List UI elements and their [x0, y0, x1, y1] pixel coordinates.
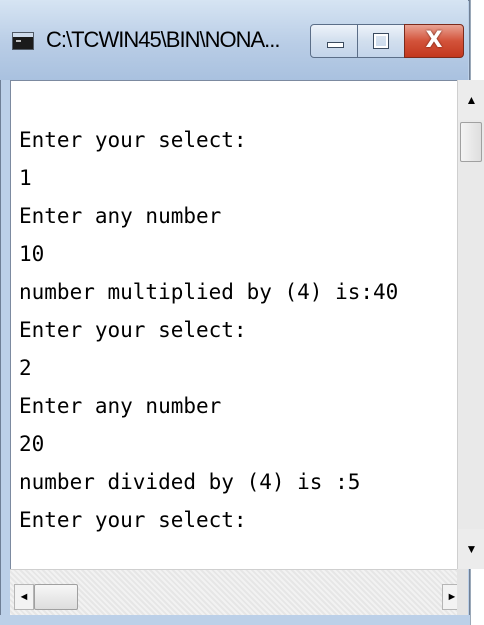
close-icon: X: [425, 28, 443, 53]
console-line: Enter your select:: [19, 508, 247, 532]
console-line: 10: [19, 242, 45, 266]
console-line: 1: [19, 166, 32, 190]
scroll-up-button[interactable]: ▲: [458, 80, 484, 120]
title-bar[interactable]: C:\TCWIN45\BIN\NONA... X: [0, 0, 468, 80]
window-title: C:\TCWIN45\BIN\NONA...: [46, 27, 280, 52]
horizontal-scroll-thumb[interactable]: [34, 584, 78, 610]
arrow-up-icon: ▲: [465, 93, 478, 107]
arrow-down-icon: ▼: [465, 542, 478, 556]
minimize-button[interactable]: [310, 24, 358, 58]
scroll-down-button[interactable]: ▼: [458, 529, 484, 569]
window-bottom-border: [0, 615, 470, 625]
maximize-icon: [373, 33, 389, 49]
vertical-scrollbar[interactable]: ▲ ▼: [457, 80, 484, 569]
console-app-icon[interactable]: [12, 32, 34, 50]
console-line: 2: [19, 356, 32, 380]
console-line: Enter your select:: [19, 318, 247, 342]
size-grip[interactable]: [457, 569, 468, 615]
vertical-scroll-thumb[interactable]: [460, 122, 482, 162]
console-lines: Enter your select: 1 Enter any number 10…: [19, 121, 457, 539]
scroll-left-button[interactable]: ◄: [14, 584, 34, 610]
arrow-left-icon: ◄: [18, 591, 30, 603]
console-line: 20: [19, 432, 45, 456]
console-line: Enter your select:: [19, 128, 247, 152]
console-output[interactable]: Enter your select: 1 Enter any number 10…: [10, 80, 457, 569]
minimize-icon: [327, 42, 344, 48]
arrow-right-icon: ►: [446, 591, 458, 603]
close-button[interactable]: X: [404, 24, 464, 58]
horizontal-scrollbar[interactable]: ◄ ►: [10, 569, 468, 615]
console-line: Enter any number: [19, 394, 222, 418]
maximize-button[interactable]: [357, 24, 405, 58]
console-line: number multiplied by (4) is:40: [19, 280, 399, 304]
console-line: number divided by (4) is :5: [19, 470, 361, 494]
console-line: Enter any number: [19, 204, 222, 228]
